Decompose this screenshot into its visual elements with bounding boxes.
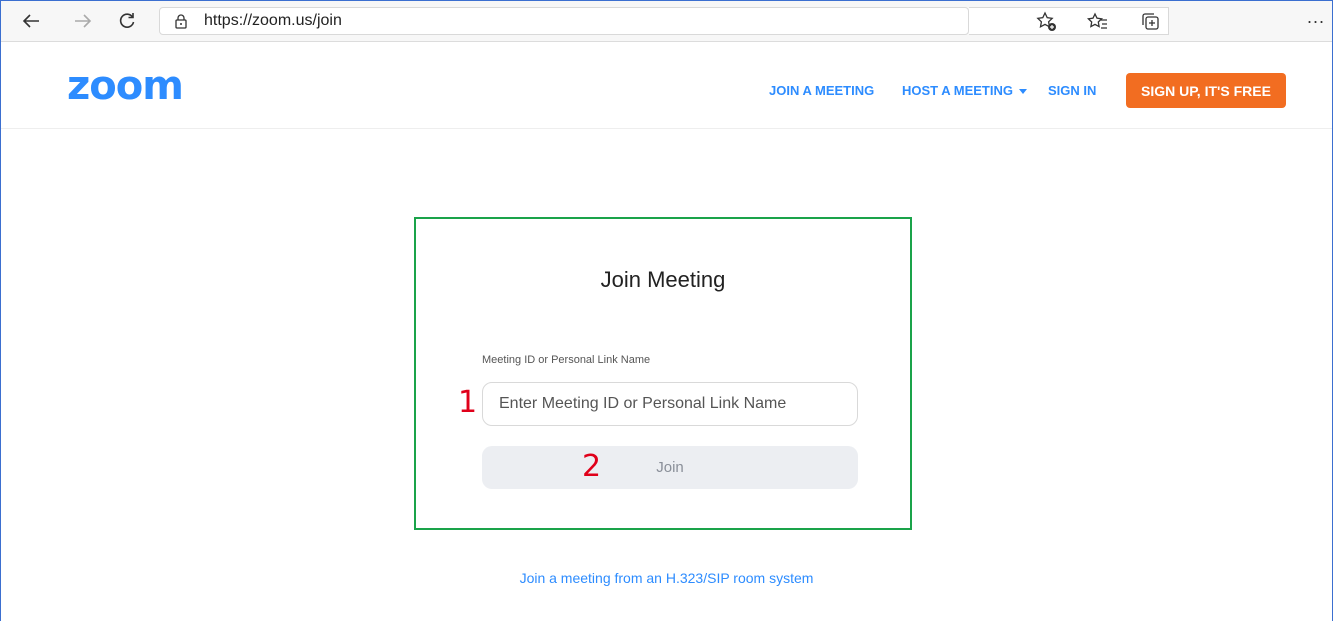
back-button[interactable] — [19, 9, 43, 33]
forward-arrow-icon — [75, 14, 92, 28]
meeting-id-label: Meeting ID or Personal Link Name — [482, 354, 651, 366]
address-bar[interactable]: https://zoom.us/join — [159, 7, 969, 35]
address-bar-extension — [969, 7, 1169, 35]
refresh-icon — [119, 13, 135, 28]
more-menu-button[interactable]: ... — [1307, 7, 1325, 28]
refresh-button[interactable] — [115, 9, 139, 33]
sign-up-button[interactable]: SIGN UP, IT'S FREE — [1126, 73, 1286, 108]
join-meeting-card: Join Meeting Meeting ID or Personal Link… — [414, 217, 912, 530]
lock-icon — [175, 14, 187, 29]
nav-sign-in[interactable]: SIGN IN — [1048, 83, 1096, 98]
step-marker-2: 2 — [582, 449, 602, 484]
favorites-icon[interactable] — [1087, 11, 1109, 33]
join-button[interactable]: Join — [482, 446, 858, 489]
browser-toolbar: https://zoom.us/join ... — [1, 1, 1332, 42]
join-meeting-title: Join Meeting — [600, 267, 726, 292]
favorite-add-icon[interactable] — [1036, 11, 1058, 33]
forward-button[interactable] — [71, 9, 95, 33]
nav-host-meeting[interactable]: HOST A MEETING — [902, 83, 1027, 98]
site-header: zoom JOIN A MEETING HOST A MEETING SIGN … — [1, 42, 1332, 129]
meeting-id-input[interactable] — [482, 382, 858, 426]
collections-icon[interactable] — [1140, 11, 1162, 33]
h323-room-system-link[interactable]: Join a meeting from an H.323/SIP room sy… — [0, 570, 1333, 586]
url-text: https://zoom.us/join — [204, 12, 342, 29]
nav-host-meeting-label: HOST A MEETING — [902, 83, 1013, 98]
nav-join-meeting[interactable]: JOIN A MEETING — [769, 83, 874, 98]
zoom-logo[interactable]: zoom — [67, 66, 184, 106]
chevron-down-icon — [1018, 89, 1027, 95]
back-arrow-icon — [22, 14, 39, 28]
step-marker-1: 1 — [458, 385, 478, 420]
